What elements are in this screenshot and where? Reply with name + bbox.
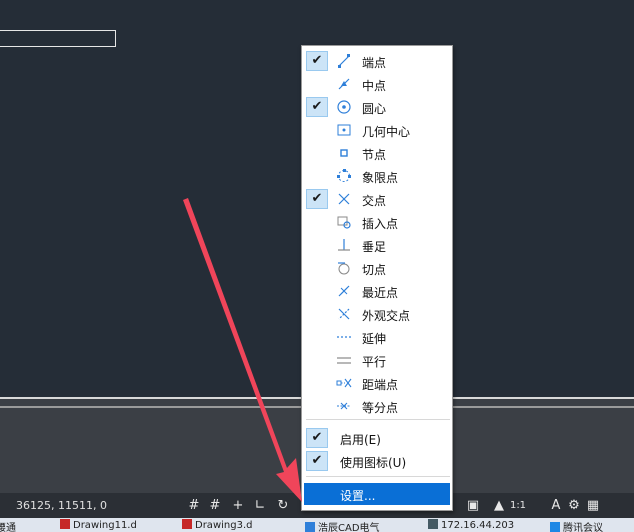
workspace-icon[interactable]: ▣ xyxy=(465,498,481,514)
menu-item-label: 圆心 xyxy=(362,102,387,116)
taskbar-label: 172.16.44.203 xyxy=(441,520,515,531)
menu-item-label: 外观交点 xyxy=(362,309,411,323)
menu-item-label: 最近点 xyxy=(362,286,399,300)
menu-item-snap[interactable]: 中点 xyxy=(304,73,450,95)
taskbar-item[interactable]: 172.16.44.203 xyxy=(428,519,514,532)
taskbar-item[interactable]: Drawing11.d xyxy=(60,519,137,532)
insertion-icon xyxy=(336,214,352,230)
geometric-center-icon xyxy=(336,122,352,138)
taskbar-label: Drawing3.d xyxy=(195,520,253,531)
divide-icon xyxy=(336,398,352,414)
settings-gear-icon[interactable]: ⚙ xyxy=(566,498,582,514)
from-endpoint-icon xyxy=(336,375,352,391)
check-icon: ✔ xyxy=(306,97,328,117)
menu-separator xyxy=(306,419,450,420)
menu-item-snap[interactable]: 插入点 xyxy=(304,211,450,233)
grid-icon[interactable]: # xyxy=(186,498,202,514)
menu-item-snap[interactable]: 最近点 xyxy=(304,280,450,302)
taskbar-label: 腰通 xyxy=(0,523,16,532)
menu-item-enable[interactable]: ✔ 启用(E) xyxy=(304,427,450,449)
menu-item-label: 插入点 xyxy=(362,217,399,231)
check-icon: ✔ xyxy=(306,428,328,448)
menu-item-label: 延伸 xyxy=(362,332,387,346)
meeting-app-icon xyxy=(550,522,560,532)
taskbar-item[interactable]: 腰通 xyxy=(0,519,16,532)
menu-item-snap[interactable]: 延伸 xyxy=(304,326,450,348)
snap-grid-icon[interactable]: # xyxy=(207,498,223,514)
menu-item-snap[interactable]: 等分点 xyxy=(304,395,450,417)
taskbar-label: Drawing11.d xyxy=(73,520,137,531)
taskbar-item[interactable]: 浩辰CAD电气 xyxy=(305,519,380,532)
ortho-icon[interactable]: ∟ xyxy=(252,498,268,514)
windows-taskbar: 腰通 Drawing11.d Drawing3.d 浩辰CAD电气 172.16… xyxy=(0,518,634,532)
perpendicular-icon xyxy=(336,237,352,253)
menu-item-label: 几何中心 xyxy=(362,125,411,139)
taskbar-item[interactable]: Drawing3.d xyxy=(182,519,252,532)
annotation-icon[interactable]: ▲ xyxy=(492,498,506,514)
electrical-app-icon xyxy=(305,522,315,532)
menu-item-label: 使用图标(U) xyxy=(340,456,407,470)
menu-item-label: 切点 xyxy=(362,263,387,277)
cad-app-icon xyxy=(182,519,192,529)
taskbar-item[interactable]: 腾讯会议 xyxy=(550,519,603,532)
menu-item-snap[interactable]: ✔ 端点 xyxy=(304,50,450,72)
menu-item-label: 等分点 xyxy=(362,401,399,415)
cad-app-icon xyxy=(60,519,70,529)
remote-desktop-icon xyxy=(428,519,438,529)
midpoint-icon xyxy=(336,76,352,92)
menu-item-label: 端点 xyxy=(362,56,387,70)
endpoint-icon xyxy=(336,53,352,69)
infer-icon[interactable]: + xyxy=(230,498,246,514)
menu-grid-icon[interactable]: ▦ xyxy=(585,498,601,514)
menu-item-snap[interactable]: ✔ 圆心 xyxy=(304,96,450,118)
menu-item-label: 垂足 xyxy=(362,240,387,254)
scale-readout[interactable]: 1:1 xyxy=(506,498,530,514)
command-input-box[interactable] xyxy=(0,30,116,47)
check-icon: ✔ xyxy=(306,51,328,71)
apparent-intersection-icon xyxy=(336,306,352,322)
parallel-icon xyxy=(336,352,352,368)
menu-item-snap[interactable]: 几何中心 xyxy=(304,119,450,141)
menu-item-label: 中点 xyxy=(362,79,387,93)
center-icon xyxy=(336,99,352,115)
menu-item-label: 节点 xyxy=(362,148,387,162)
object-snap-menu: ✔ 端点中点 ✔ 圆心几何中心节点象限点 ✔ 交点插入点垂足切点最近点外观交点延伸平行距端… xyxy=(301,45,453,511)
nearest-icon xyxy=(336,283,352,299)
intersection-icon xyxy=(336,191,352,207)
check-icon: ✔ xyxy=(306,189,328,209)
check-icon: ✔ xyxy=(306,451,328,471)
taskbar-label: 腾讯会议 xyxy=(563,523,603,532)
menu-item-label: 距端点 xyxy=(362,378,399,392)
menu-item-use-icons[interactable]: ✔ 使用图标(U) xyxy=(304,450,450,472)
tangent-icon xyxy=(336,260,352,276)
menu-item-snap[interactable]: 外观交点 xyxy=(304,303,450,325)
menu-item-label: 交点 xyxy=(362,194,387,208)
menu-item-snap[interactable]: 节点 xyxy=(304,142,450,164)
menu-item-snap[interactable]: 象限点 xyxy=(304,165,450,187)
extension-icon xyxy=(336,329,352,345)
menu-item-snap[interactable]: 切点 xyxy=(304,257,450,279)
menu-item-label: 象限点 xyxy=(362,171,399,185)
menu-item-label: 设置... xyxy=(340,489,376,503)
menu-separator xyxy=(306,476,450,477)
annotation-visibility-icon[interactable]: A xyxy=(548,498,564,514)
node-icon xyxy=(336,145,352,161)
polar-icon[interactable]: ↻ xyxy=(275,498,291,514)
menu-item-snap[interactable]: 平行 xyxy=(304,349,450,371)
menu-item-snap[interactable]: ✔ 交点 xyxy=(304,188,450,210)
menu-item-label: 启用(E) xyxy=(340,433,381,447)
menu-item-settings[interactable]: 设置... xyxy=(304,483,450,505)
quadrant-icon xyxy=(336,168,352,184)
menu-item-snap[interactable]: 垂足 xyxy=(304,234,450,256)
menu-item-label: 平行 xyxy=(362,355,387,369)
menu-item-snap[interactable]: 距端点 xyxy=(304,372,450,394)
taskbar-label: 浩辰CAD电气 xyxy=(318,523,380,532)
coordinates-readout: 36125, 11511, 0 xyxy=(16,499,107,512)
